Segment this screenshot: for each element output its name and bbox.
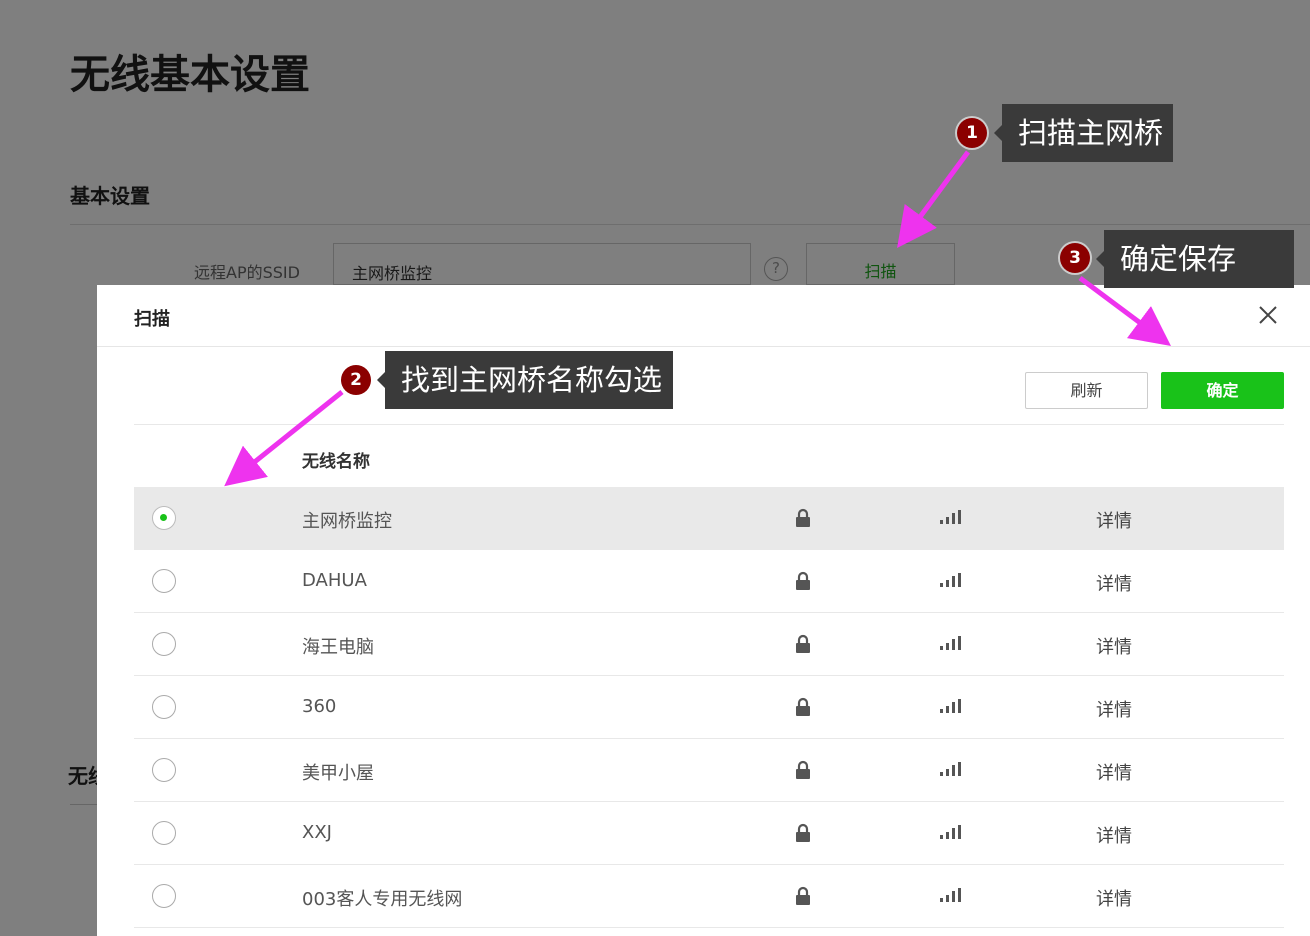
signal-icon [940, 825, 961, 839]
signal-icon [940, 762, 961, 776]
table-header: 无线名称 [134, 424, 1284, 487]
table-row[interactable]: 003客人专用无线网 详情 [134, 865, 1284, 928]
detail-link[interactable]: 详情 [1096, 759, 1132, 785]
network-name: XXJ [302, 822, 332, 843]
detail-link[interactable]: 详情 [1096, 507, 1132, 533]
lock-icon [796, 571, 810, 590]
dialog-title: 扫描 [134, 309, 170, 330]
column-header-name: 无线名称 [302, 452, 370, 472]
select-radio[interactable] [152, 695, 176, 719]
select-radio[interactable] [152, 758, 176, 782]
annotation-marker-2: 2 [341, 365, 371, 395]
annotation-callout-2: 找到主网桥名称勾选 [377, 351, 673, 409]
network-name: 主网桥监控 [302, 511, 392, 532]
table-row[interactable]: 主网桥监控 详情 [134, 487, 1284, 550]
lock-icon [796, 697, 810, 716]
signal-icon [940, 510, 961, 524]
lock-icon [796, 634, 810, 653]
confirm-button[interactable]: 确定 [1161, 372, 1284, 409]
annotation-callout-3: 确定保存 [1096, 230, 1294, 288]
select-radio[interactable] [152, 632, 176, 656]
network-name: 003客人专用无线网 [302, 889, 463, 910]
table-row[interactable]: 360 详情 [134, 676, 1284, 739]
select-radio[interactable] [152, 506, 176, 530]
close-icon[interactable] [1257, 304, 1279, 326]
select-radio[interactable] [152, 569, 176, 593]
table-row[interactable]: XXJ 详情 [134, 802, 1284, 865]
table-row[interactable]: 海王电脑 详情 [134, 613, 1284, 676]
lock-icon [796, 760, 810, 779]
annotation-marker-3: 3 [1060, 243, 1090, 273]
table-row[interactable]: 美甲小屋 详情 [134, 739, 1284, 802]
signal-icon [940, 573, 961, 587]
detail-link[interactable]: 详情 [1096, 570, 1132, 596]
scan-dialog: 扫描 刷新 确定 无线名称 主网桥监控 详情 DAHUA 详情 海王电脑 详情 360 详情美… [97, 285, 1310, 936]
annotation-marker-1: 1 [957, 118, 987, 148]
detail-link[interactable]: 详情 [1096, 885, 1132, 911]
refresh-button[interactable]: 刷新 [1025, 372, 1148, 409]
network-name: DAHUA [302, 570, 367, 591]
network-table: 无线名称 主网桥监控 详情 DAHUA 详情 海王电脑 详情 360 详情 美甲小屋 详情 XXJ 详… [134, 424, 1284, 928]
network-name: 美甲小屋 [302, 763, 374, 784]
detail-link[interactable]: 详情 [1096, 696, 1132, 722]
dialog-header: 扫描 [97, 285, 1310, 347]
lock-icon [796, 508, 810, 527]
detail-link[interactable]: 详情 [1096, 633, 1132, 659]
signal-icon [940, 636, 961, 650]
signal-icon [940, 699, 961, 713]
select-radio[interactable] [152, 821, 176, 845]
network-name: 海王电脑 [302, 637, 374, 658]
table-row[interactable]: DAHUA 详情 [134, 550, 1284, 613]
network-name: 360 [302, 696, 337, 717]
select-radio[interactable] [152, 884, 176, 908]
lock-icon [796, 886, 810, 905]
lock-icon [796, 823, 810, 842]
signal-icon [940, 888, 961, 902]
annotation-callout-1: 扫描主网桥 [994, 104, 1173, 162]
detail-link[interactable]: 详情 [1096, 822, 1132, 848]
